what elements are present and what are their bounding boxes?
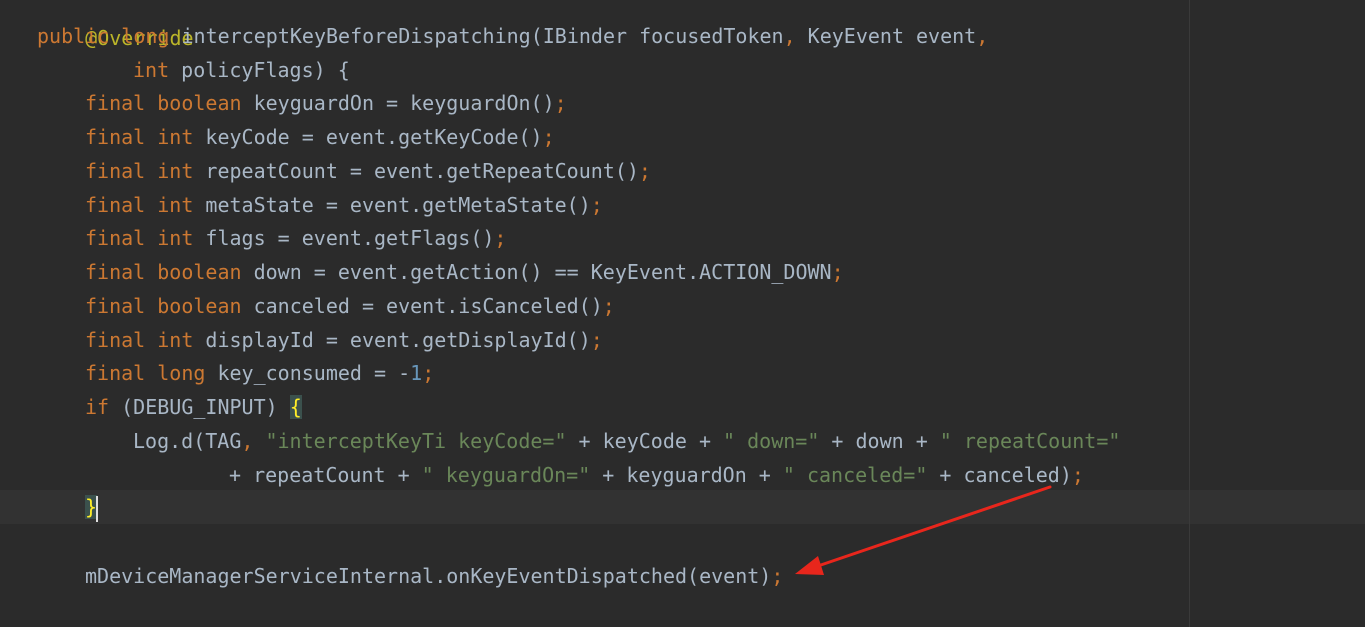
code-text: policyFlags) { [169, 58, 350, 82]
string-token: " canceled=" [782, 463, 928, 487]
code-line: final int displayId = event.getDisplayId… [85, 323, 603, 357]
semicolon-token: ; [422, 361, 435, 385]
code-text: displayId = event.getDisplayId() [193, 328, 591, 352]
string-token: " repeatCount=" [939, 429, 1121, 453]
keyword-token: final [85, 159, 146, 183]
matched-brace-open: { [289, 395, 302, 419]
code-text: mDeviceManagerServiceInternal.onKeyEvent… [85, 564, 772, 588]
code-line: final boolean keyguardOn = keyguardOn(); [85, 86, 567, 120]
semicolon-token: ; [554, 91, 567, 115]
semicolon-token: ; [590, 193, 603, 217]
keyword-token: long [121, 24, 170, 48]
code-text: (DEBUG_INPUT) [109, 395, 290, 419]
code-line-log: Log.d(TAG, "interceptKeyTi keyCode=" + k… [133, 424, 1120, 458]
keyword-token: int [133, 58, 170, 82]
code-line: final int keyCode = event.getKeyCode(); [85, 120, 555, 154]
code-text: key_consumed = - [205, 361, 411, 385]
code-line-annotation: @Override [37, 0, 193, 50]
semicolon-token: ; [1071, 463, 1084, 487]
code-text: + down + [819, 429, 940, 453]
keyword-token: final [85, 193, 146, 217]
comma-token: , [241, 429, 254, 453]
right-margin-guide [1189, 0, 1190, 627]
comma-token: , [783, 24, 796, 48]
keyword-token: final [85, 294, 146, 318]
semicolon-token: ; [638, 159, 651, 183]
code-text: + repeatCount + [229, 463, 422, 487]
code-line: final long key_consumed = -1; [85, 356, 434, 390]
code-line-method-params: int policyFlags) { [133, 53, 350, 87]
code-text: down = event.getAction() == KeyEvent.ACT… [241, 260, 832, 284]
code-text: Log.d(TAG [133, 429, 242, 453]
semicolon-token: ; [831, 260, 844, 284]
code-text: keyguardOn = keyguardOn() [241, 91, 555, 115]
code-line: final boolean canceled = event.isCancele… [85, 289, 615, 323]
keyword-token: if [85, 395, 110, 419]
keyword-token: int [157, 193, 194, 217]
text-caret [96, 495, 99, 522]
semicolon-token: ; [542, 125, 555, 149]
keyword-token: public [37, 24, 110, 48]
keyword-token: int [157, 226, 194, 250]
keyword-token: final [85, 125, 146, 149]
code-text: canceled = event.isCanceled() [241, 294, 603, 318]
code-line-method-signature: public long interceptKeyBeforeDispatchin… [37, 19, 988, 53]
keyword-token: boolean [157, 294, 242, 318]
string-token: " down=" [723, 429, 820, 453]
code-text: flags = event.getFlags() [193, 226, 495, 250]
number-token: 1 [410, 361, 423, 385]
keyword-token: final [85, 328, 146, 352]
code-line-close-brace: } [85, 490, 99, 524]
code-line-if: if (DEBUG_INPUT) { [85, 390, 302, 424]
keyword-token: final [85, 91, 146, 115]
keyword-token: final [85, 260, 146, 284]
semicolon-token: ; [494, 226, 507, 250]
string-token: "interceptKeyTi keyCode=" [253, 429, 567, 453]
code-text: repeatCount = event.getRepeatCount() [193, 159, 639, 183]
keyword-token: int [157, 159, 194, 183]
code-text: keyCode = event.getKeyCode() [193, 125, 543, 149]
code-line: final int metaState = event.getMetaState… [85, 188, 603, 222]
keyword-token: final [85, 361, 146, 385]
string-token: " keyguardOn=" [421, 463, 591, 487]
arrow-head [795, 556, 824, 575]
code-text: + canceled) [927, 463, 1072, 487]
code-text: + keyguardOn + [590, 463, 783, 487]
code-line-method-call: mDeviceManagerServiceInternal.onKeyEvent… [85, 559, 783, 593]
keyword-token: long [157, 361, 206, 385]
keyword-token: boolean [157, 260, 242, 284]
semicolon-token: ; [771, 564, 784, 588]
current-line-highlight [0, 490, 1365, 524]
code-text: KeyEvent event [795, 24, 977, 48]
keyword-token: int [157, 328, 194, 352]
keyword-token: int [157, 125, 194, 149]
comma-token: , [976, 24, 989, 48]
code-line: final int flags = event.getFlags(); [85, 221, 506, 255]
code-line: final int repeatCount = event.getRepeatC… [85, 154, 651, 188]
keyword-token: boolean [157, 91, 242, 115]
semicolon-token: ; [602, 294, 615, 318]
code-text: interceptKeyBeforeDispatching(IBinder fo… [169, 24, 784, 48]
code-line-log-continuation: + repeatCount + " keyguardOn=" + keyguar… [229, 458, 1084, 492]
code-line: final boolean down = event.getAction() =… [85, 255, 844, 289]
code-editor[interactable]: @Override public long interceptKeyBefore… [0, 0, 1365, 627]
code-text: metaState = event.getMetaState() [193, 193, 591, 217]
semicolon-token: ; [590, 328, 603, 352]
keyword-token: final [85, 226, 146, 250]
code-text: + keyCode + [566, 429, 724, 453]
